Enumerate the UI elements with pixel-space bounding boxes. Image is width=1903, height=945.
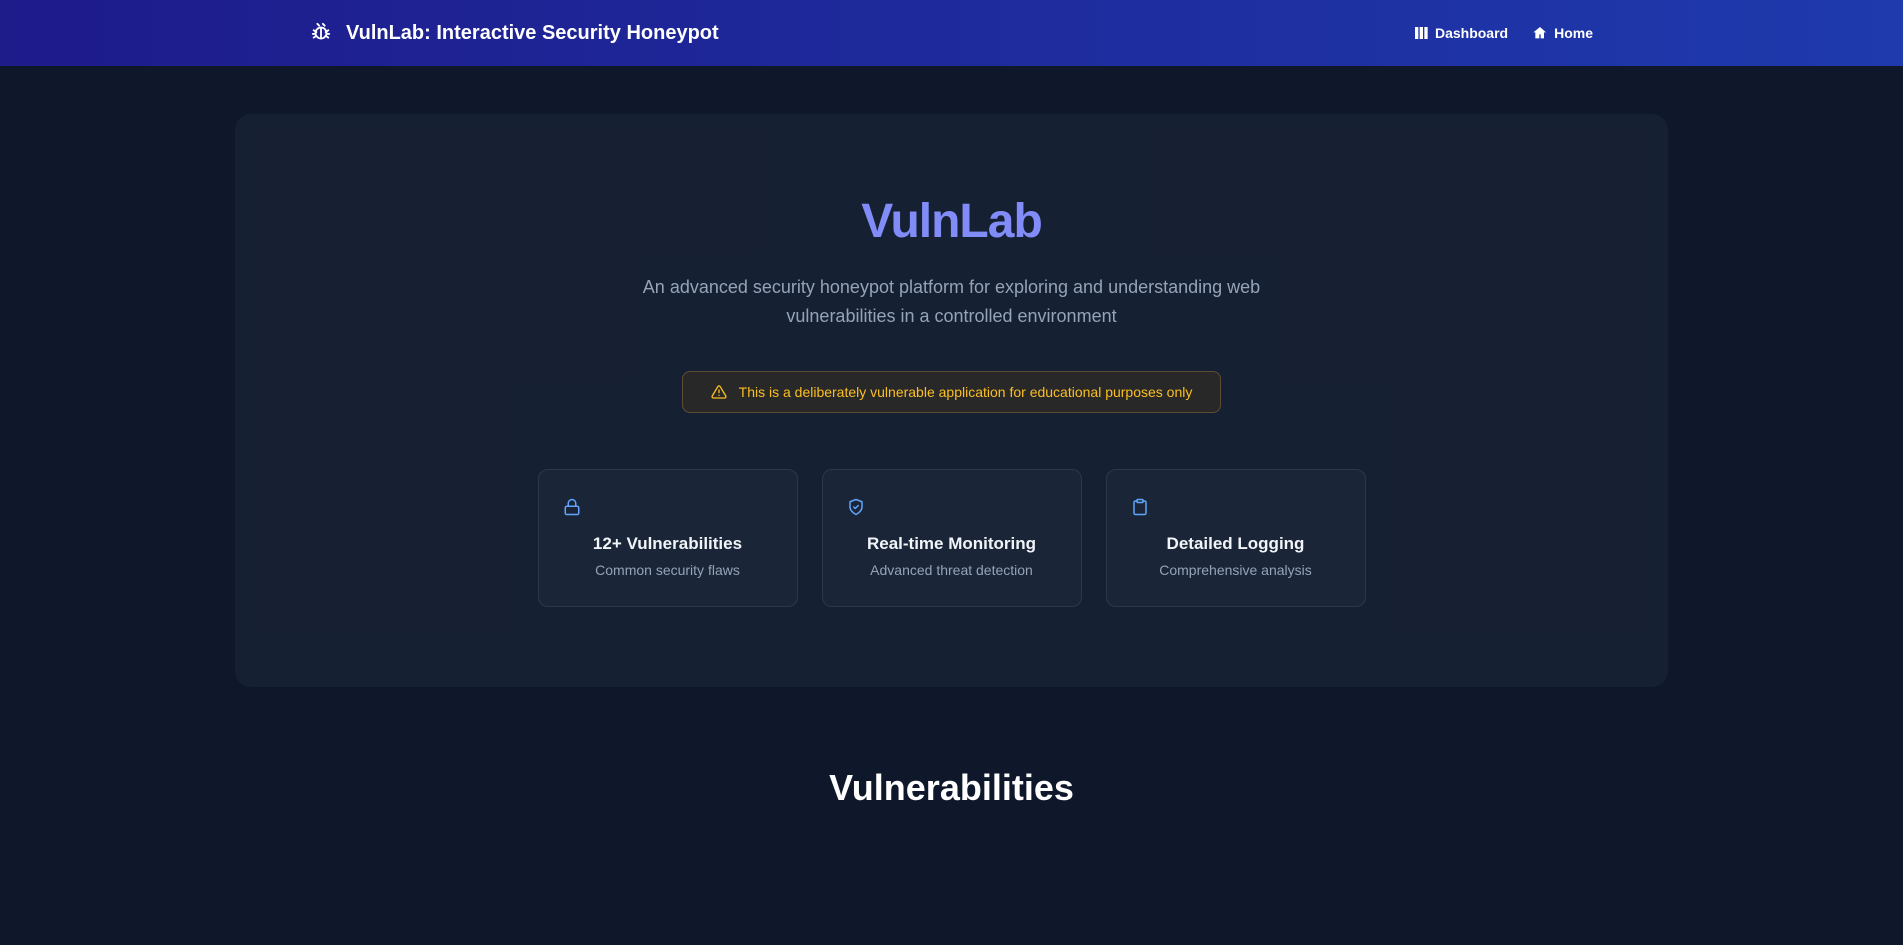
nav-home[interactable]: Home	[1532, 25, 1593, 41]
feature-card-monitoring: Real-time Monitoring Advanced threat det…	[822, 469, 1082, 607]
header-nav: Dashboard Home	[1413, 25, 1593, 41]
hero-section: VulnLab An advanced security honeypot pl…	[235, 114, 1668, 687]
dashboard-icon	[1413, 25, 1429, 41]
vulnerabilities-section: Vulnerabilities	[235, 767, 1668, 809]
feature-title: Detailed Logging	[1131, 534, 1341, 554]
feature-cards: 12+ Vulnerabilities Common security flaw…	[295, 469, 1608, 607]
app-title: VulnLab: Interactive Security Honeypot	[346, 22, 719, 45]
feature-subtitle: Advanced threat detection	[847, 562, 1057, 578]
shield-icon	[847, 498, 1057, 516]
main-content: VulnLab An advanced security honeypot pl…	[0, 114, 1903, 809]
feature-card-vulnerabilities: 12+ Vulnerabilities Common security flaw…	[538, 469, 798, 607]
home-icon	[1532, 25, 1548, 41]
warning-icon	[711, 384, 727, 400]
feature-title: 12+ Vulnerabilities	[563, 534, 773, 554]
warning-text: This is a deliberately vulnerable applic…	[739, 384, 1193, 400]
bug-icon	[310, 22, 332, 44]
header-left: VulnLab: Interactive Security Honeypot	[310, 22, 719, 45]
feature-title: Real-time Monitoring	[847, 534, 1057, 554]
nav-dashboard[interactable]: Dashboard	[1413, 25, 1508, 41]
warning-banner: This is a deliberately vulnerable applic…	[682, 371, 1222, 413]
section-title-vulnerabilities: Vulnerabilities	[235, 767, 1668, 809]
nav-home-label: Home	[1554, 25, 1593, 41]
feature-subtitle: Common security flaws	[563, 562, 773, 578]
lock-icon	[563, 498, 773, 516]
feature-card-logging: Detailed Logging Comprehensive analysis	[1106, 469, 1366, 607]
hero-title: VulnLab	[295, 194, 1608, 249]
hero-description: An advanced security honeypot platform f…	[642, 273, 1262, 331]
feature-subtitle: Comprehensive analysis	[1131, 562, 1341, 578]
clipboard-icon	[1131, 498, 1341, 516]
app-header: VulnLab: Interactive Security Honeypot D…	[0, 0, 1903, 66]
nav-dashboard-label: Dashboard	[1435, 25, 1508, 41]
